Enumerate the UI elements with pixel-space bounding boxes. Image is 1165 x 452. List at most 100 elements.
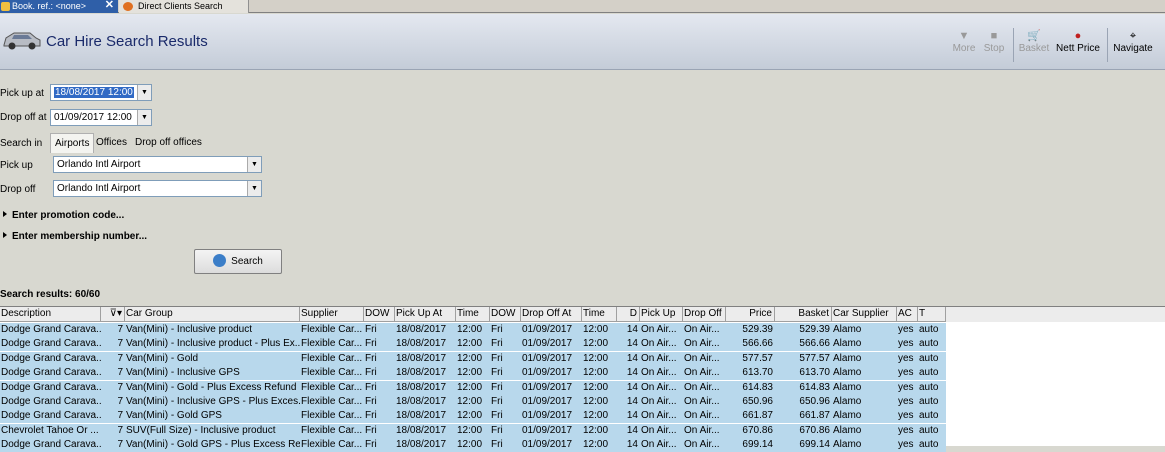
cell-supplier: Flexible Car...	[301, 439, 363, 451]
cell-transmission: auto	[919, 381, 939, 393]
membership-number-expander[interactable]: Enter membership number...	[3, 231, 147, 242]
tab-bar: Book. ref.: <none> ✕ Direct Clients Sear…	[0, 0, 1165, 13]
cell-car-group: Van(Mini) - Gold GPS - Plus Excess Ref..…	[126, 439, 300, 451]
table-row[interactable]: Dodge Grand Carava... 7 Van(Mini) - Gold G…	[0, 438, 946, 452]
cell-ac: yes	[898, 324, 914, 335]
table-row[interactable]: Dodge Grand Carava... 7 Van(Mini) - Inclus…	[0, 323, 946, 337]
cell-filter: 7	[117, 410, 123, 422]
cell-ac: yes	[898, 410, 914, 422]
nett-price-button[interactable]: ● Nett Price	[1056, 29, 1100, 54]
table-row[interactable]: Dodge Grand Carava... 7 Van(Mini) - Gold G…	[0, 409, 946, 424]
table-row[interactable]: Dodge Grand Carava... 7 Van(Mini) - Gold Fl…	[0, 351, 946, 366]
table-row[interactable]: Dodge Grand Carava... 7 Van(Mini) - Inclus…	[0, 337, 946, 352]
table-row[interactable]: Dodge Grand Carava... 7 Van(Mini) - Inclus…	[0, 395, 946, 409]
cell-drop-off: On Air...	[684, 338, 720, 350]
cell-transmission: auto	[919, 338, 939, 350]
column-header-pick-up-at[interactable]: Pick Up At	[395, 307, 456, 322]
cell-description: Dodge Grand Carava...	[1, 352, 101, 364]
tab-airports[interactable]: Airports	[50, 133, 95, 153]
promotion-code-expander[interactable]: Enter promotion code...	[3, 210, 124, 221]
column-header-days[interactable]: D	[617, 307, 640, 322]
dropoff-at-label: Drop off at	[0, 112, 47, 123]
column-header-drop-off[interactable]: Drop Off	[683, 307, 726, 322]
cell-ac: yes	[898, 396, 914, 407]
column-header-time[interactable]: Time	[582, 307, 617, 322]
cell-pick-up-at: 18/08/2017	[396, 396, 447, 407]
pickup-label: Pick up	[0, 160, 33, 171]
column-header-dow[interactable]: DOW	[490, 307, 521, 322]
navigate-button[interactable]: ⌖ Navigate	[1112, 29, 1154, 54]
cell-drop-off: On Air...	[684, 381, 720, 393]
table-row[interactable]: Dodge Grand Carava... 7 Van(Mini) - Gold -…	[0, 380, 946, 395]
cell-ac: yes	[898, 424, 914, 436]
cell-pick-up-at: 18/08/2017	[396, 338, 447, 350]
cell-description: Dodge Grand Carava...	[1, 410, 101, 422]
cell-supplier: Flexible Car...	[301, 424, 363, 436]
cell-drop-off: On Air...	[684, 367, 720, 379]
cell-drop-off: On Air...	[684, 424, 720, 436]
cell-dow: Fri	[365, 352, 377, 364]
price-icon: ●	[1074, 30, 1082, 42]
column-header-transmission[interactable]: T	[918, 307, 946, 322]
column-header-basket[interactable]: Basket	[775, 307, 832, 322]
cell-car-group: Van(Mini) - Gold GPS	[126, 410, 222, 422]
cell-time: 12:00	[583, 410, 609, 422]
cell-car-group: Van(Mini) - Gold	[126, 352, 199, 364]
cell-description: Dodge Grand Carava...	[1, 338, 101, 350]
dropoff-location-value: Orlando Intl Airport	[57, 183, 141, 194]
column-header-time[interactable]: Time	[456, 307, 490, 322]
cell-time: 12:00	[457, 410, 483, 422]
cell-days: 14	[626, 424, 638, 436]
dropoff-at-field[interactable]: 01/09/2017 12:00 ▼	[50, 109, 152, 126]
tab-drop-off-offices[interactable]: Drop off offices	[131, 133, 206, 153]
cell-supplier: Flexible Car...	[301, 367, 363, 379]
table-row[interactable]: Chevrolet Tahoe Or ... 7 SUV(Full Size) - …	[0, 423, 946, 438]
tab-offices[interactable]: Offices	[92, 133, 131, 153]
column-header-car-group[interactable]: Car Group	[125, 307, 300, 322]
chevron-down-icon[interactable]: ▼	[137, 85, 151, 100]
cell-basket: 577.57	[799, 352, 830, 364]
column-header-dow[interactable]: DOW	[364, 307, 395, 322]
dropoff-label: Drop off	[0, 184, 36, 195]
dropoff-location-select[interactable]: Orlando Intl Airport ▼	[53, 180, 262, 197]
column-header-ac[interactable]: AC	[897, 307, 918, 322]
cell-dow: Fri	[365, 439, 377, 451]
cell-pick-up: On Air...	[641, 352, 677, 364]
membership-number-label: Enter membership number...	[12, 231, 148, 242]
tab-booking[interactable]: Book. ref.: <none> ✕	[0, 0, 118, 13]
table-row[interactable]: Dodge Grand Carava... 7 Van(Mini) - Inclus…	[0, 366, 946, 381]
pickup-at-field[interactable]: 18/08/2017 12:00 ▼	[50, 84, 152, 101]
column-header-drop-off-at[interactable]: Drop Off At	[521, 307, 582, 322]
cell-basket: 614.83	[799, 381, 830, 393]
column-header-car-supplier[interactable]: Car Supplier	[832, 307, 897, 322]
cell-transmission: auto	[919, 410, 939, 422]
close-icon[interactable]: ✕	[105, 0, 114, 11]
filter-icon[interactable]: ⊽▾	[101, 307, 125, 322]
cell-dow: Fri	[491, 439, 503, 451]
more-button[interactable]: ▼ More	[952, 29, 976, 54]
cell-filter: 7	[117, 338, 123, 350]
search-in-label: Search in	[0, 138, 43, 149]
cell-pick-up-at: 18/08/2017	[396, 410, 447, 422]
cell-description: Dodge Grand Carava...	[1, 439, 101, 451]
column-header-description[interactable]: Description	[0, 307, 101, 322]
cell-dow: Fri	[365, 424, 377, 436]
chevron-down-icon[interactable]: ▼	[247, 157, 261, 172]
column-header-price[interactable]: Price	[726, 307, 775, 322]
chevron-down-icon[interactable]: ▼	[137, 110, 151, 125]
cell-drop-off-at: 01/09/2017	[522, 381, 573, 393]
search-button[interactable]: Search	[194, 249, 282, 274]
cell-days: 14	[626, 396, 638, 407]
chevron-down-icon[interactable]: ▼	[247, 181, 261, 196]
basket-button[interactable]: 🛒 Basket	[1018, 29, 1050, 54]
navigate-icon: ⌖	[1129, 30, 1137, 42]
cell-drop-off-at: 01/09/2017	[522, 396, 573, 407]
cell-time: 12:00	[457, 396, 483, 407]
column-header-pick-up[interactable]: Pick Up	[640, 307, 683, 322]
cell-pick-up-at: 18/08/2017	[396, 424, 447, 436]
tab-direct-clients-search[interactable]: Direct Clients Search	[119, 0, 249, 13]
stop-button[interactable]: ■ Stop	[982, 29, 1006, 54]
column-header-supplier[interactable]: Supplier	[300, 307, 364, 322]
pickup-location-select[interactable]: Orlando Intl Airport ▼	[53, 156, 262, 173]
cell-filter: 7	[117, 424, 123, 436]
